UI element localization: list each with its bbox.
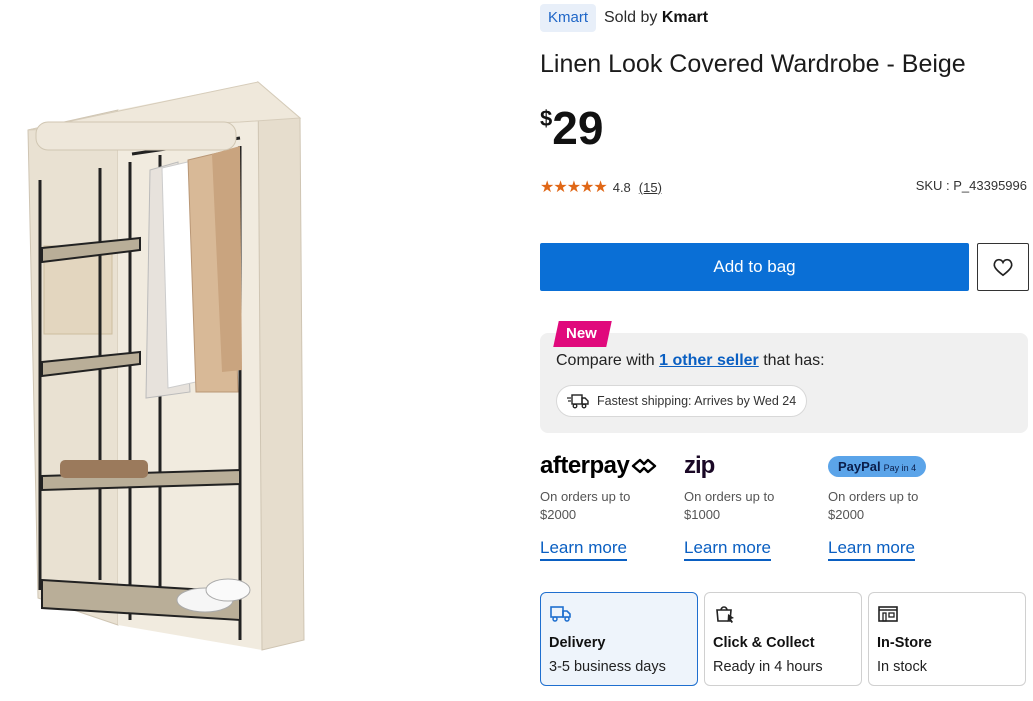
zip-learn-more-link[interactable]: Learn more	[684, 538, 771, 561]
click-collect-icon	[713, 603, 737, 630]
product-title: Linen Look Covered Wardrobe - Beige	[540, 50, 966, 78]
paypal-option: PayPal Pay in 4 On orders up to $2000 Lea…	[828, 452, 968, 561]
fastest-shipping-pill: Fastest shipping: Arrives by Wed 24	[556, 385, 808, 417]
afterpay-terms: On orders up to $2000	[540, 488, 680, 524]
paypal-pay-in-4: Pay in 4	[883, 462, 917, 473]
fast-shipping-truck-icon	[567, 394, 589, 409]
rating-value: 4.8	[612, 179, 631, 195]
add-to-bag-button[interactable]: Add to bag	[540, 243, 969, 291]
other-seller-link[interactable]: 1 other seller	[659, 352, 759, 369]
zip-terms-line1: On orders up to	[684, 489, 775, 504]
zip-wordmark: zip	[684, 452, 715, 479]
wardrobe-illustration	[27, 80, 305, 651]
afterpay-limit: $2000	[540, 507, 577, 522]
zip-logo: zip	[684, 452, 824, 480]
paypal-wordmark: PayPal	[838, 458, 881, 474]
compare-sellers-panel	[540, 333, 1028, 433]
afterpay-arrows-icon	[632, 458, 657, 474]
product-price: $29	[540, 100, 603, 156]
in-store-option[interactable]: In-Store In stock	[868, 592, 1026, 686]
compare-suffix: that has:	[758, 352, 825, 369]
paypal-learn-more-link[interactable]: Learn more	[828, 538, 915, 561]
in-store-label: In-Store	[877, 635, 932, 651]
store-icon	[877, 603, 899, 628]
sku: SKU : P_43395996	[915, 178, 1027, 193]
product-image[interactable]	[0, 0, 500, 696]
click-collect-label: Click & Collect	[713, 635, 815, 651]
delivery-truck-icon	[549, 603, 573, 628]
afterpay-option: afterpay On orders up to $2000 Learn mor…	[540, 452, 680, 561]
rating[interactable]: ★★★★★ 4.8 (15)	[540, 177, 662, 197]
in-store-detail: In stock	[877, 659, 927, 675]
delivery-option[interactable]: Delivery 3-5 business days	[540, 592, 698, 686]
paypal-limit: $2000	[828, 507, 865, 522]
sold-by-label: Sold by	[604, 9, 658, 26]
afterpay-learn-more-link[interactable]: Learn more	[540, 538, 627, 561]
price-currency: $	[540, 106, 553, 131]
paypal-terms-line1: On orders up to	[828, 489, 919, 504]
brand-chip[interactable]: Kmart	[540, 4, 597, 32]
new-badge-label: New	[566, 325, 597, 342]
paypal-logo: PayPal Pay in 4	[828, 452, 968, 480]
zip-option: zip On orders up to $1000 Learn more	[684, 452, 824, 561]
wishlist-button[interactable]	[977, 243, 1029, 291]
delivery-option-detail: 3-5 business days	[549, 659, 666, 675]
price-amount: 29	[552, 102, 604, 154]
seller-name[interactable]: Kmart	[662, 9, 708, 26]
zip-limit: $1000	[684, 507, 721, 522]
delivery-option-label: Delivery	[549, 635, 606, 651]
zip-terms: On orders up to $1000	[684, 488, 824, 524]
click-collect-detail: Ready in 4 hours	[713, 659, 823, 675]
paypal-badge: PayPal Pay in 4	[828, 455, 927, 477]
compare-prefix: Compare with	[556, 352, 660, 369]
rating-stars-icon: ★★★★★	[540, 179, 608, 196]
shipping-text: Fastest shipping: Arrives by Wed 24	[597, 394, 797, 408]
compare-text: Compare with 1 other seller that has:	[556, 352, 825, 370]
review-count-link[interactable]: (15)	[639, 180, 662, 195]
afterpay-logo: afterpay	[540, 452, 680, 480]
heart-icon	[993, 258, 1013, 277]
afterpay-wordmark: afterpay	[540, 452, 630, 479]
paypal-terms: On orders up to $2000	[828, 488, 968, 524]
sold-by: Sold by Kmart	[604, 4, 708, 32]
afterpay-terms-line1: On orders up to	[540, 489, 631, 504]
click-collect-option[interactable]: Click & Collect Ready in 4 hours	[704, 592, 862, 686]
new-badge: New	[553, 321, 612, 347]
